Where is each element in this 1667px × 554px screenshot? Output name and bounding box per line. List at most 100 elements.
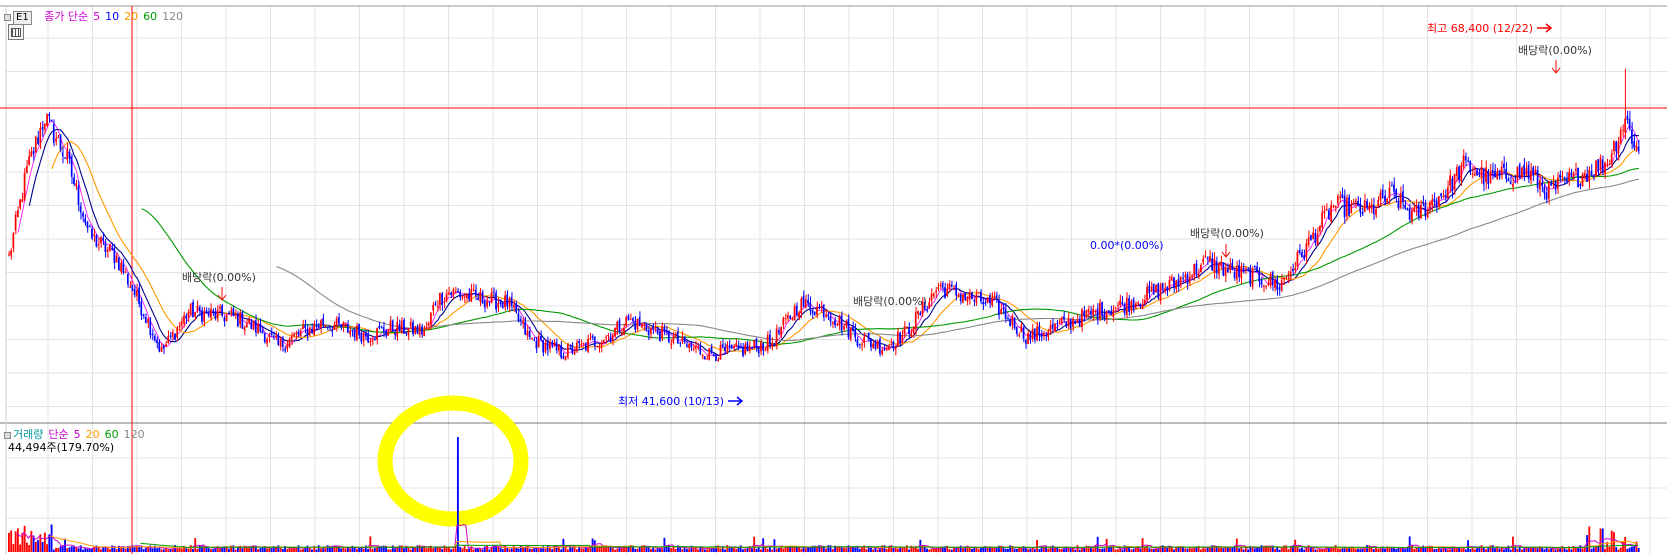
candle-body: [650, 328, 652, 334]
candle: [1581, 172, 1584, 187]
candle: [288, 337, 291, 349]
candle: [878, 336, 881, 357]
candle-body: [174, 333, 176, 340]
volume-bar: [46, 544, 49, 552]
candle: [1314, 228, 1317, 247]
candle: [1327, 208, 1330, 221]
volume-bar: [840, 547, 843, 552]
candle-body: [1437, 196, 1440, 206]
candle-body: [941, 283, 944, 288]
candle-body: [1009, 319, 1011, 326]
volume-toggle-icon[interactable]: [4, 431, 11, 439]
candle: [1173, 276, 1175, 293]
candle: [436, 300, 439, 312]
volume-bar: [571, 547, 574, 552]
ma-period-60[interactable]: 60: [143, 10, 157, 23]
candle-body: [587, 338, 589, 352]
ma-period-20[interactable]: 20: [124, 10, 138, 23]
volume-bar: [1491, 545, 1494, 552]
candle-body: [562, 356, 565, 359]
candle-body: [427, 323, 430, 326]
panel-toggle-icon[interactable]: [4, 13, 11, 21]
calendar-icon[interactable]: [8, 24, 24, 40]
volume-bar: [66, 548, 69, 552]
vol-ma-period-120[interactable]: 120: [124, 428, 145, 441]
candle: [528, 326, 531, 340]
candle-body: [1204, 256, 1207, 258]
volume-bar: [1581, 548, 1584, 552]
candle: [259, 318, 262, 334]
candle: [14, 210, 17, 235]
volume-bar: [156, 548, 159, 552]
volume-bar: [290, 548, 293, 552]
candle: [1361, 208, 1364, 216]
candle: [1238, 259, 1240, 283]
volume-bar: [474, 548, 477, 552]
candle-body: [221, 305, 223, 316]
candle-body: [126, 273, 129, 285]
volume-bar: [412, 547, 414, 552]
candle-body: [1249, 267, 1252, 285]
candle: [257, 319, 259, 334]
candle-body: [739, 346, 742, 348]
candle-body: [993, 297, 996, 299]
candle-body: [1267, 284, 1270, 286]
stock-chart[interactable]: 최고 68,400 (12/22) 최저 41,600 (10/13) 배당락(…: [0, 0, 1667, 554]
candle-body: [1388, 187, 1391, 198]
volume-bar: [196, 548, 199, 552]
ma-period-120[interactable]: 120: [162, 10, 183, 23]
candle-body: [654, 326, 657, 329]
candle: [1606, 158, 1608, 168]
candle-body: [939, 284, 942, 287]
candle: [1579, 182, 1582, 190]
candle: [1184, 271, 1186, 284]
candle-body: [1521, 167, 1523, 178]
candle-body: [937, 287, 940, 289]
candle-body: [932, 293, 935, 297]
candle: [135, 283, 138, 302]
candle-body: [1188, 276, 1191, 283]
candle: [845, 319, 847, 329]
volume-bar: [1020, 547, 1023, 552]
candle-body: [620, 332, 623, 334]
candle: [219, 304, 221, 313]
candle: [1446, 180, 1449, 200]
candle: [1278, 284, 1281, 296]
candle-body: [508, 298, 511, 307]
candle-body: [1633, 141, 1635, 148]
volume-bar: [1058, 548, 1061, 552]
volume-bar: [342, 547, 345, 552]
candle: [939, 281, 942, 290]
price-indicator-name[interactable]: 종가 단순: [44, 10, 88, 23]
volume-bar: [1361, 548, 1364, 552]
candle: [1222, 262, 1225, 277]
candle: [699, 342, 702, 356]
volume-bar: [70, 546, 73, 552]
volume-bar: [540, 548, 542, 552]
candle-body: [638, 316, 641, 326]
candle-body: [708, 348, 711, 361]
candle: [950, 280, 953, 288]
volume-bar: [1074, 549, 1077, 552]
candle: [1577, 167, 1579, 188]
chart-tab[interactable]: E1: [13, 11, 32, 25]
candle-body: [531, 337, 533, 339]
candle-body: [84, 218, 86, 224]
ma-period-5[interactable]: 5: [93, 10, 100, 23]
candle: [1146, 282, 1148, 303]
candle: [820, 300, 823, 313]
candle-body: [198, 306, 201, 312]
candle-body: [8, 254, 10, 256]
candle: [1437, 195, 1440, 210]
ma-period-10[interactable]: 10: [105, 10, 119, 23]
candle-body: [129, 286, 131, 288]
candle-body: [497, 302, 500, 308]
candle: [932, 292, 935, 299]
volume-bar: [587, 548, 590, 552]
candle: [1538, 173, 1541, 197]
volume-bar: [142, 549, 145, 552]
volume-bar: [1060, 549, 1063, 552]
volume-bar: [650, 548, 652, 552]
candle-body: [1399, 192, 1402, 208]
candle: [1615, 140, 1617, 160]
